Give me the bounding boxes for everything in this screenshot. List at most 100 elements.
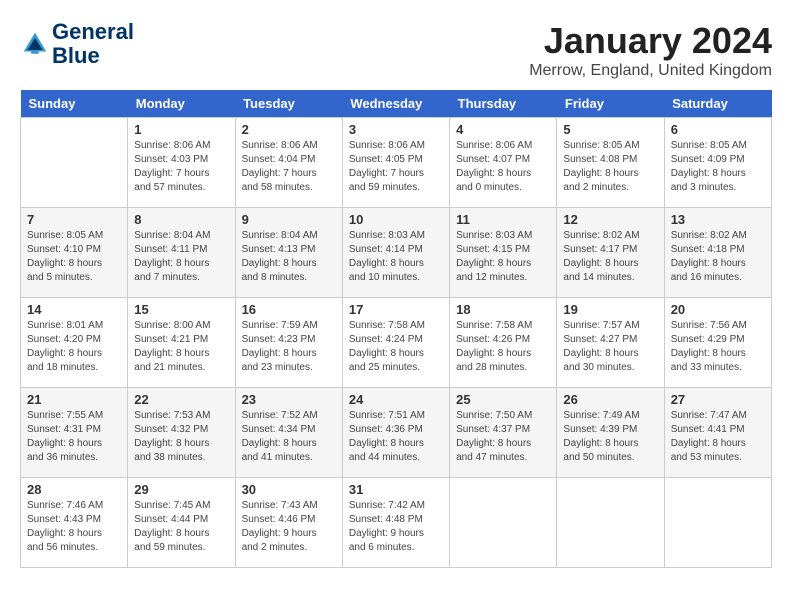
day-number: 29 xyxy=(134,482,228,497)
week-row-1: 7 Sunrise: 8:05 AM Sunset: 4:10 PM Daylig… xyxy=(21,208,772,298)
day-number: 5 xyxy=(563,122,657,137)
calendar-cell: 15 Sunrise: 8:00 AM Sunset: 4:21 PM Dayli… xyxy=(128,298,235,388)
day-number: 3 xyxy=(349,122,443,137)
calendar-cell: 3 Sunrise: 8:06 AM Sunset: 4:05 PM Daylig… xyxy=(342,118,449,208)
day-info: Sunrise: 8:06 AM Sunset: 4:05 PM Dayligh… xyxy=(349,139,443,195)
calendar-cell: 2 Sunrise: 8:06 AM Sunset: 4:04 PM Daylig… xyxy=(235,118,342,208)
day-info: Sunrise: 7:52 AM Sunset: 4:34 PM Dayligh… xyxy=(242,409,336,465)
day-number: 30 xyxy=(242,482,336,497)
day-number: 1 xyxy=(134,122,228,137)
calendar-cell xyxy=(557,478,664,568)
day-info: Sunrise: 7:56 AM Sunset: 4:29 PM Dayligh… xyxy=(671,319,765,375)
day-number: 10 xyxy=(349,212,443,227)
day-info: Sunrise: 7:55 AM Sunset: 4:31 PM Dayligh… xyxy=(27,409,121,465)
day-number: 7 xyxy=(27,212,121,227)
day-info: Sunrise: 7:58 AM Sunset: 4:26 PM Dayligh… xyxy=(456,319,550,375)
day-info: Sunrise: 8:04 AM Sunset: 4:13 PM Dayligh… xyxy=(242,229,336,285)
calendar-cell: 12 Sunrise: 8:02 AM Sunset: 4:17 PM Dayli… xyxy=(557,208,664,298)
calendar-cell: 18 Sunrise: 7:58 AM Sunset: 4:26 PM Dayli… xyxy=(450,298,557,388)
day-info: Sunrise: 8:06 AM Sunset: 4:04 PM Dayligh… xyxy=(242,139,336,195)
calendar-cell: 9 Sunrise: 8:04 AM Sunset: 4:13 PM Daylig… xyxy=(235,208,342,298)
day-info: Sunrise: 8:06 AM Sunset: 4:03 PM Dayligh… xyxy=(134,139,228,195)
day-number: 12 xyxy=(563,212,657,227)
header-day-saturday: Saturday xyxy=(664,90,771,118)
day-number: 13 xyxy=(671,212,765,227)
day-number: 26 xyxy=(563,392,657,407)
calendar-cell: 20 Sunrise: 7:56 AM Sunset: 4:29 PM Dayli… xyxy=(664,298,771,388)
calendar-cell: 4Sunrise: 8:06 AM Sunset: 4:07 PM Daylig… xyxy=(450,118,557,208)
day-number: 2 xyxy=(242,122,336,137)
calendar-table: SundayMondayTuesdayWednesdayThursdayFrid… xyxy=(20,90,772,568)
calendar-cell: 16 Sunrise: 7:59 AM Sunset: 4:23 PM Dayli… xyxy=(235,298,342,388)
day-info: Sunrise: 7:51 AM Sunset: 4:36 PM Dayligh… xyxy=(349,409,443,465)
logo-icon xyxy=(20,29,50,59)
day-info: Sunrise: 8:00 AM Sunset: 4:21 PM Dayligh… xyxy=(134,319,228,375)
calendar-title: January 2024 xyxy=(529,20,772,62)
day-number: 24 xyxy=(349,392,443,407)
day-number: 19 xyxy=(563,302,657,317)
day-number: 23 xyxy=(242,392,336,407)
day-info: Sunrise: 8:05 AM Sunset: 4:08 PM Dayligh… xyxy=(563,139,657,195)
header-row: SundayMondayTuesdayWednesdayThursdayFrid… xyxy=(21,90,772,118)
day-info: Sunrise: 7:42 AM Sunset: 4:48 PM Dayligh… xyxy=(349,499,443,555)
day-info: Sunrise: 8:03 AM Sunset: 4:14 PM Dayligh… xyxy=(349,229,443,285)
day-number: 6 xyxy=(671,122,765,137)
calendar-cell xyxy=(21,118,128,208)
calendar-cell: 11 Sunrise: 8:03 AM Sunset: 4:15 PM Dayli… xyxy=(450,208,557,298)
page-container: General Blue January 2024 Merrow, Englan… xyxy=(20,20,772,568)
day-info: Sunrise: 7:58 AM Sunset: 4:24 PM Dayligh… xyxy=(349,319,443,375)
calendar-cell: 24 Sunrise: 7:51 AM Sunset: 4:36 PM Dayli… xyxy=(342,388,449,478)
day-info: Sunrise: 7:50 AM Sunset: 4:37 PM Dayligh… xyxy=(456,409,550,465)
calendar-cell: 13Sunrise: 8:02 AM Sunset: 4:18 PM Dayli… xyxy=(664,208,771,298)
day-number: 27 xyxy=(671,392,765,407)
calendar-cell: 1 Sunrise: 8:06 AM Sunset: 4:03 PM Daylig… xyxy=(128,118,235,208)
logo: General Blue xyxy=(20,20,134,68)
day-number: 22 xyxy=(134,392,228,407)
calendar-cell: 7 Sunrise: 8:05 AM Sunset: 4:10 PM Daylig… xyxy=(21,208,128,298)
day-info: Sunrise: 8:02 AM Sunset: 4:17 PM Dayligh… xyxy=(563,229,657,285)
day-info: Sunrise: 7:59 AM Sunset: 4:23 PM Dayligh… xyxy=(242,319,336,375)
day-number: 9 xyxy=(242,212,336,227)
calendar-cell: 27 Sunrise: 7:47 AM Sunset: 4:41 PM Dayli… xyxy=(664,388,771,478)
day-info: Sunrise: 7:43 AM Sunset: 4:46 PM Dayligh… xyxy=(242,499,336,555)
day-number: 14 xyxy=(27,302,121,317)
page-header: General Blue January 2024 Merrow, Englan… xyxy=(20,20,772,80)
day-number: 21 xyxy=(27,392,121,407)
calendar-cell: 29Sunrise: 7:45 AM Sunset: 4:44 PM Dayli… xyxy=(128,478,235,568)
day-info: Sunrise: 8:05 AM Sunset: 4:09 PM Dayligh… xyxy=(671,139,765,195)
day-number: 11 xyxy=(456,212,550,227)
header-day-thursday: Thursday xyxy=(450,90,557,118)
day-number: 25 xyxy=(456,392,550,407)
day-info: Sunrise: 8:01 AM Sunset: 4:20 PM Dayligh… xyxy=(27,319,121,375)
calendar-cell xyxy=(450,478,557,568)
calendar-cell: 14 Sunrise: 8:01 AM Sunset: 4:20 PM Dayli… xyxy=(21,298,128,388)
calendar-cell: 8Sunrise: 8:04 AM Sunset: 4:11 PM Daylig… xyxy=(128,208,235,298)
calendar-cell xyxy=(664,478,771,568)
calendar-subtitle: Merrow, England, United Kingdom xyxy=(529,62,772,80)
header-day-wednesday: Wednesday xyxy=(342,90,449,118)
calendar-cell: 31 Sunrise: 7:42 AM Sunset: 4:48 PM Dayli… xyxy=(342,478,449,568)
day-info: Sunrise: 7:47 AM Sunset: 4:41 PM Dayligh… xyxy=(671,409,765,465)
day-info: Sunrise: 8:04 AM Sunset: 4:11 PM Dayligh… xyxy=(134,229,228,285)
day-number: 15 xyxy=(134,302,228,317)
calendar-cell: 25 Sunrise: 7:50 AM Sunset: 4:37 PM Dayli… xyxy=(450,388,557,478)
week-row-3: 21 Sunrise: 7:55 AM Sunset: 4:31 PM Dayli… xyxy=(21,388,772,478)
calendar-header: SundayMondayTuesdayWednesdayThursdayFrid… xyxy=(21,90,772,118)
day-number: 17 xyxy=(349,302,443,317)
title-block: January 2024 Merrow, England, United Kin… xyxy=(529,20,772,80)
day-info: Sunrise: 8:03 AM Sunset: 4:15 PM Dayligh… xyxy=(456,229,550,285)
day-number: 16 xyxy=(242,302,336,317)
week-row-4: 28Sunrise: 7:46 AM Sunset: 4:43 PM Dayli… xyxy=(21,478,772,568)
day-info: Sunrise: 8:05 AM Sunset: 4:10 PM Dayligh… xyxy=(27,229,121,285)
day-number: 20 xyxy=(671,302,765,317)
day-number: 31 xyxy=(349,482,443,497)
calendar-cell: 10 Sunrise: 8:03 AM Sunset: 4:14 PM Dayli… xyxy=(342,208,449,298)
day-number: 28 xyxy=(27,482,121,497)
calendar-cell: 22Sunrise: 7:53 AM Sunset: 4:32 PM Dayli… xyxy=(128,388,235,478)
calendar-cell: 26Sunrise: 7:49 AM Sunset: 4:39 PM Dayli… xyxy=(557,388,664,478)
header-day-tuesday: Tuesday xyxy=(235,90,342,118)
week-row-2: 14 Sunrise: 8:01 AM Sunset: 4:20 PM Dayli… xyxy=(21,298,772,388)
day-number: 18 xyxy=(456,302,550,317)
header-day-monday: Monday xyxy=(128,90,235,118)
day-info: Sunrise: 7:57 AM Sunset: 4:27 PM Dayligh… xyxy=(563,319,657,375)
